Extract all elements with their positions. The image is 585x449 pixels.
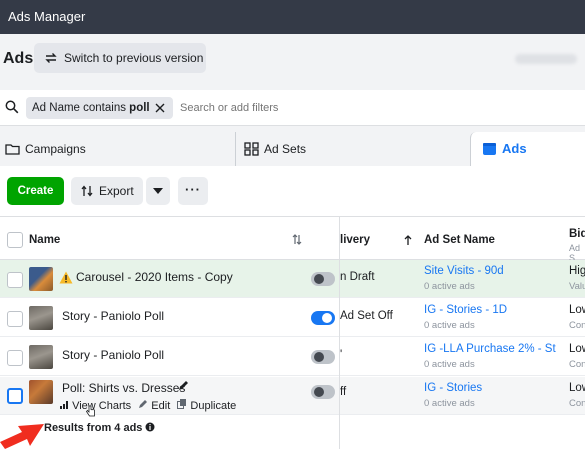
view-charts-link[interactable]: View Charts (72, 400, 131, 412)
switch-version-label: Switch to previous version (64, 51, 204, 65)
red-arrow-annotation (0, 424, 44, 449)
bid-sub: Con (569, 398, 585, 409)
table-row[interactable]: Story - Paniolo Poll Ad Set Off IG - Sto… (0, 299, 585, 337)
chart-bars-icon (60, 401, 68, 409)
ad-thumbnail (29, 306, 53, 330)
export-dropdown-button[interactable] (146, 177, 170, 205)
delivery-status: Ad Set Off (340, 310, 393, 322)
bid-sub: Valu (569, 281, 585, 292)
ads-table: Name livery Ad Set Name Bid Ad S Carouse… (0, 216, 585, 449)
ad-thumbnail (29, 345, 53, 369)
ad-name[interactable]: Story - Paniolo Poll (62, 309, 164, 323)
select-all-checkbox[interactable] (7, 232, 23, 248)
warning-icon (59, 271, 73, 284)
bid-strategy: Low (569, 382, 585, 394)
table-header: Name livery Ad Set Name Bid Ad S (0, 216, 585, 263)
row-checkbox[interactable] (7, 272, 23, 288)
bid-sub: Con (569, 320, 585, 331)
tab-campaigns-label: Campaigns (25, 142, 86, 156)
switch-version-button[interactable]: Switch to previous version (34, 43, 206, 73)
pencil-icon[interactable] (178, 380, 189, 391)
ad-thumbnail (29, 267, 53, 291)
ad-set-sub: 0 active ads (424, 320, 475, 331)
sort-icon[interactable] (292, 234, 302, 245)
level-tabs: Campaigns Ad Sets Ads (0, 126, 585, 167)
info-icon[interactable] (145, 422, 155, 432)
ad-name[interactable]: Story - Paniolo Poll (62, 348, 164, 362)
search-icon (5, 100, 19, 114)
delivery-status: ' (340, 349, 343, 361)
app-title-bar: Ads Manager (0, 0, 585, 34)
ad-set-link[interactable]: IG -LLA Purchase 2% - St... (424, 343, 556, 355)
table-row[interactable]: Story - Paniolo Poll ' IG -LLA Purchase … (0, 338, 585, 376)
toggle-knob (314, 274, 324, 284)
filter-bar: Ad Name contains poll (0, 90, 585, 126)
ad-set-link[interactable]: IG - Stories (424, 382, 556, 394)
toggle-knob (314, 387, 324, 397)
column-header-name[interactable]: Name (29, 234, 60, 246)
delivery-status: ff (340, 386, 347, 398)
ad-toggle[interactable] (311, 272, 335, 286)
bid-sub: Con (569, 359, 585, 370)
bid-strategy: Low (569, 304, 585, 316)
switch-arrows-icon (45, 53, 57, 63)
ad-set-link[interactable]: IG - Stories - 1D (424, 304, 556, 316)
ad-toggle[interactable] (311, 350, 335, 364)
toggle-knob (314, 352, 324, 362)
ad-set-sub: 0 active ads (424, 281, 475, 292)
ad-toggle[interactable] (311, 311, 335, 325)
close-icon[interactable] (154, 102, 166, 114)
search-filter-input[interactable] (180, 98, 480, 118)
duplicate-link[interactable]: Duplicate (190, 400, 236, 412)
table-row[interactable]: Carousel - 2020 Items - Copy n Draft Sit… (0, 260, 585, 298)
more-options-button[interactable]: ··· (178, 177, 208, 205)
page-title: Ads (3, 50, 34, 67)
folder-icon (5, 144, 20, 155)
results-summary: Results from 4 ads (44, 422, 155, 434)
column-header-bid[interactable]: Bid (569, 228, 585, 240)
ad-name[interactable]: Carousel - 2020 Items - Copy (76, 270, 233, 284)
ad-icon (483, 143, 496, 155)
ad-set-link[interactable]: Site Visits - 90d (424, 265, 556, 277)
column-divider[interactable] (339, 216, 340, 449)
column-header-delivery[interactable]: livery (340, 234, 370, 246)
bid-strategy: Hig (569, 265, 585, 277)
edit-link[interactable]: Edit (151, 400, 170, 412)
tab-ad-sets[interactable]: Ad Sets (235, 132, 470, 166)
page-header: Ads Switch to previous version (0, 34, 585, 90)
toolbar: Create Export ··· (0, 166, 585, 216)
account-name-blurred[interactable] (515, 54, 577, 64)
tab-ad-sets-label: Ad Sets (264, 142, 307, 156)
row-checkbox[interactable] (7, 311, 23, 327)
column-header-ad-set-name[interactable]: Ad Set Name (424, 234, 495, 246)
hand-cursor-icon (86, 405, 95, 417)
app-title: Ads Manager (8, 9, 86, 24)
ad-set-sub: 0 active ads (424, 398, 475, 409)
sort-up-arrow-icon[interactable] (404, 235, 412, 245)
filter-chip[interactable]: Ad Name contains poll (26, 97, 173, 119)
tab-ads-label: Ads (502, 141, 527, 156)
filter-chip-prefix: Ad Name contains (32, 102, 130, 114)
tab-campaigns[interactable]: Campaigns (0, 132, 235, 166)
toggle-knob (322, 313, 332, 323)
duplicate-icon (177, 399, 187, 409)
row-checkbox[interactable] (7, 350, 23, 366)
export-label: Export (99, 184, 134, 198)
chevron-down-icon (153, 188, 163, 194)
bid-strategy: Low (569, 343, 585, 355)
filter-chip-value: poll (129, 102, 150, 114)
export-button[interactable]: Export (71, 177, 143, 205)
ad-set-sub: 0 active ads (424, 359, 475, 370)
edit-pencil-icon (139, 400, 148, 408)
ad-name[interactable]: Poll: Shirts vs. Dresses (62, 381, 185, 395)
ad-thumbnail (29, 380, 53, 404)
create-button[interactable]: Create (7, 177, 64, 205)
tab-ads[interactable]: Ads (470, 132, 585, 167)
grid-icon (244, 142, 259, 156)
table-row[interactable]: Poll: Shirts vs. Dresses View Charts Edi… (0, 377, 585, 417)
delivery-status: n Draft (340, 271, 375, 283)
ad-toggle[interactable] (311, 385, 335, 399)
export-arrows-icon (81, 185, 93, 197)
